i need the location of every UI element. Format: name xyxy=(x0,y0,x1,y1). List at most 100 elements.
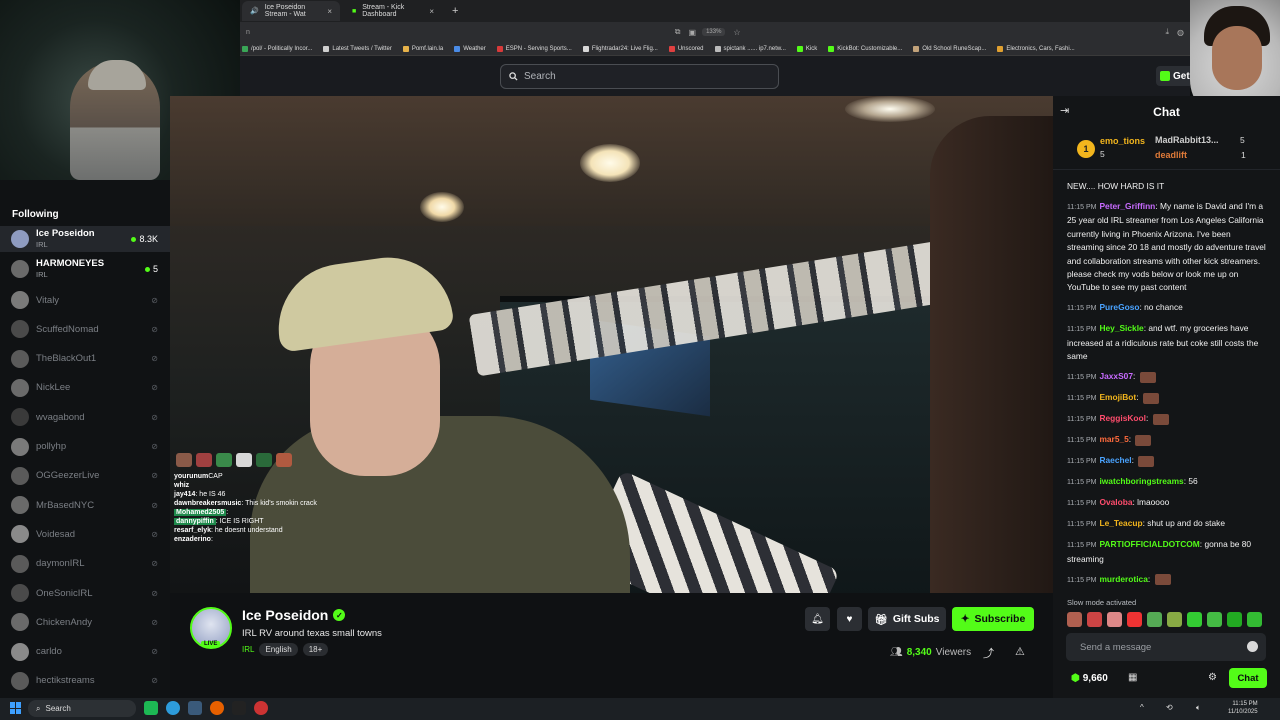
sidebar-item-mrbasednyc[interactable]: MrBasedNYC ⊘ xyxy=(0,492,170,518)
message-username[interactable]: Ovaloba xyxy=(1099,497,1132,507)
tray-chevron-icon[interactable]: ^ xyxy=(1140,703,1144,712)
bookmark-item[interactable]: Flightradar24: Live Flig... xyxy=(582,45,658,52)
download-icon[interactable]: ⤓ xyxy=(1165,27,1169,37)
gift-subs-button[interactable]: 🎁︎ Gift Subs xyxy=(868,607,946,631)
emote-icon[interactable] xyxy=(1227,612,1242,627)
screenshot-icon[interactable]: ⧉ xyxy=(675,27,681,37)
bookmark-item[interactable]: Kick xyxy=(796,45,817,52)
message-username[interactable]: PARTIOFFICIALDOTCOM xyxy=(1099,539,1199,549)
close-tab-icon[interactable]: × xyxy=(327,7,332,16)
share-icon[interactable]: ⤴ xyxy=(983,645,994,661)
bookmark-item[interactable]: ESPN - Serving Sports... xyxy=(496,45,572,52)
message-username[interactable]: Peter_Griffinn xyxy=(1099,201,1155,211)
new-tab-button[interactable]: + xyxy=(446,5,464,17)
bookmark-item[interactable]: Electronics, Cars, Fashi... xyxy=(997,45,1075,52)
leaderboard-third-name[interactable]: deadlift xyxy=(1155,150,1187,160)
chrome-icon[interactable] xyxy=(166,701,180,715)
zoom-level[interactable]: 133% xyxy=(702,28,726,36)
get-app-button[interactable]: Get xyxy=(1156,66,1190,86)
sidebar-item-daymonirl[interactable]: daymonIRL ⊘ xyxy=(0,551,170,577)
viewer-number: 5 xyxy=(152,264,158,274)
sidebar-item-theblackout1[interactable]: TheBlackOut1 ⊘ xyxy=(0,346,170,372)
leaderboard-first-name[interactable]: emo_tions xyxy=(1100,136,1145,146)
speaker-icon[interactable]: 🔈︎ xyxy=(1196,703,1201,713)
search-input[interactable]: Search xyxy=(500,64,779,89)
emote-icon[interactable] xyxy=(1107,612,1122,627)
emoji-picker-icon[interactable] xyxy=(1247,641,1258,652)
bell-icon: 🔔︎ xyxy=(811,613,824,625)
tag-language[interactable]: English xyxy=(259,643,298,656)
bookmark-item[interactable]: spictank ...... ip7.netw... xyxy=(714,45,786,52)
calendar-icon[interactable]: ▦ xyxy=(1128,672,1137,683)
send-chat-button[interactable]: Chat xyxy=(1229,668,1267,688)
reader-icon[interactable]: ▣ xyxy=(689,28,697,37)
sidebar-item-oggeezerlive[interactable]: OGGeezerLive ⊘ xyxy=(0,463,170,489)
sidebar-item-nicklee[interactable]: NickLee ⊘ xyxy=(0,375,170,401)
emote-icon[interactable] xyxy=(1207,612,1222,627)
tab-kick-dashboard[interactable]: ■ Stream - Kick Dashboard × xyxy=(344,1,442,21)
sidebar-item-harmoneyes[interactable]: HARMONEYES IRL 5 xyxy=(0,256,170,282)
close-tab-icon[interactable]: × xyxy=(429,7,434,16)
emote-icon[interactable] xyxy=(1087,612,1102,627)
windows-start-icon[interactable] xyxy=(10,702,22,714)
message-username[interactable]: PureGoso xyxy=(1099,302,1139,312)
emote-icon[interactable] xyxy=(1247,612,1262,627)
bookmark-item[interactable]: /pol/ - Politically Incor... xyxy=(242,45,312,52)
follow-heart-button[interactable]: ♥ xyxy=(837,607,862,631)
sidebar-item-ice-poseidon[interactable]: Ice Poseidon IRL 8.3K xyxy=(0,226,170,252)
emote-icon xyxy=(196,453,212,467)
taskbar-clock[interactable]: 11:15 PM 11/10/2025 xyxy=(1228,700,1258,716)
sidebar-item-pollyhp[interactable]: pollyhp ⊘ xyxy=(0,434,170,460)
sidebar-item-onesonicirl[interactable]: OneSonicIRL ⊘ xyxy=(0,580,170,606)
category-link[interactable]: IRL xyxy=(242,645,254,654)
streamer-name[interactable]: Ice Poseidon ✓ xyxy=(242,607,346,623)
bookmark-item[interactable]: Pomf.lain.la xyxy=(402,45,443,52)
emote-icon[interactable] xyxy=(1067,612,1082,627)
bookmark-item[interactable]: Old School RuneScap... xyxy=(913,45,986,52)
bookmark-item[interactable]: KickBot: Customizable... xyxy=(828,45,902,52)
bookmark-item[interactable]: Unscored xyxy=(668,45,704,52)
message-username[interactable]: murderotica xyxy=(1099,574,1147,584)
sidebar-item-voidesad[interactable]: Voidesad ⊘ xyxy=(0,521,170,547)
obs-icon[interactable] xyxy=(254,701,268,715)
steam-icon[interactable] xyxy=(188,701,202,715)
message-username[interactable]: Le_Teacup xyxy=(1099,518,1142,528)
firefox-icon[interactable] xyxy=(210,701,224,715)
leaderboard-second-name[interactable]: MadRabbit13... xyxy=(1155,135,1219,145)
message-username[interactable]: Hey_Sickle xyxy=(1099,323,1143,333)
sidebar-item-vitaly[interactable]: Vitaly ⊘ xyxy=(0,287,170,313)
emote-icon[interactable] xyxy=(1127,612,1142,627)
settings-gear-icon[interactable]: ⚙ xyxy=(1208,672,1217,683)
tag-mature[interactable]: 18+ xyxy=(302,643,329,656)
sidebar-item-chickenandy[interactable]: ChickenAndy ⊘ xyxy=(0,609,170,635)
bookmark-star-icon[interactable]: ☆ xyxy=(733,28,740,37)
network-icon[interactable]: ⟲ xyxy=(1166,703,1173,712)
sidebar-item-text: hectikstreams xyxy=(36,675,151,686)
taskbar-search[interactable]: ⌕ Search xyxy=(28,700,136,717)
message-username[interactable]: EmojiBot xyxy=(1099,392,1136,402)
message-username[interactable]: JaxxS07 xyxy=(1099,371,1133,381)
bookmark-item[interactable]: Latest Tweets / Twitter xyxy=(323,45,392,52)
capcut-icon[interactable] xyxy=(232,701,246,715)
sidebar-item-scuffednomad[interactable]: ScuffedNomad ⊘ xyxy=(0,316,170,342)
sidebar-item-carldo[interactable]: carldo ⊘ xyxy=(0,639,170,665)
extension-icon[interactable]: ◍ xyxy=(1177,28,1184,37)
tab-ice-poseidon[interactable]: 🔊 Ice Poseidon Stream - Wat × xyxy=(242,1,340,21)
channel-points[interactable]: ⬢ 9,660 xyxy=(1071,673,1108,684)
sidebar-item-hectikstreams[interactable]: hectikstreams ⊘ xyxy=(0,668,170,694)
emote-icon[interactable] xyxy=(1167,612,1182,627)
message-username[interactable]: mar5_5 xyxy=(1099,434,1128,444)
notification-bell-button[interactable]: 🔔︎ xyxy=(805,607,830,631)
message-username[interactable]: Raechel xyxy=(1099,455,1131,465)
emote-icon[interactable] xyxy=(1187,612,1202,627)
report-icon[interactable]: ⚠ xyxy=(1015,645,1025,658)
message-username[interactable]: iwatchboringstreams xyxy=(1099,476,1183,486)
subscribe-button[interactable]: ✦ Subscribe xyxy=(952,607,1034,631)
spotify-icon[interactable] xyxy=(144,701,158,715)
message-username[interactable]: ReggisKool xyxy=(1099,413,1146,423)
emote-icon[interactable] xyxy=(1147,612,1162,627)
sidebar-item-wvagabond[interactable]: wvagabond ⊘ xyxy=(0,404,170,430)
chat-message-input[interactable]: Send a message xyxy=(1066,633,1266,661)
bookmark-item[interactable]: Weather xyxy=(454,45,486,52)
address-bar[interactable]: n xyxy=(246,29,250,36)
